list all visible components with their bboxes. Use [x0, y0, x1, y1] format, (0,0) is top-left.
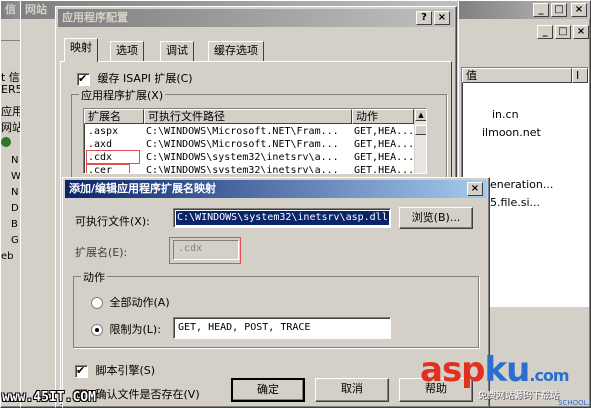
limit-to-radio[interactable] [91, 324, 103, 336]
limit-to-label: 限制为(L): [109, 323, 161, 336]
watermark-left: www.45IT.COM [2, 390, 96, 405]
tree-node-icon [1, 137, 11, 147]
cache-isapi-label: 缓存 ISAPI 扩展(C) [97, 72, 193, 85]
tree-item[interactable]: D [11, 203, 19, 214]
maximize-icon[interactable]: □ [551, 3, 567, 17]
extensions-group-label: 应用程序扩展(X) [79, 87, 166, 103]
list-item[interactable]: ilmoon.net [482, 126, 541, 139]
column-header-extension[interactable]: 扩展名 [84, 109, 144, 124]
edit-mapping-title: 添加/编辑应用程序扩展名映射 [69, 182, 217, 195]
restore-icon[interactable]: □ [555, 25, 571, 39]
tab-mapping[interactable]: 映射 [64, 38, 98, 62]
watermark-right: aspku.com 免费网站源码下载站 SCHOOL.COM [420, 352, 591, 408]
scroll-thumb[interactable] [415, 125, 426, 135]
close-icon[interactable]: × [434, 11, 450, 25]
row-verbs: GET,HEA... [354, 152, 414, 163]
tree-item[interactable]: eb [1, 251, 14, 262]
background-site-title: 网站 [25, 3, 47, 16]
script-engine-checkbox[interactable] [75, 364, 88, 378]
executable-input[interactable]: C:\WINDOWS\system32\inetsrv\asp.dll [173, 208, 391, 228]
extensions-listview[interactable]: 扩展名 可执行文件路径 动作 ▲ .aspx C:\WINDOWS\Micros… [83, 108, 427, 174]
table-row[interactable]: .cer C:\WINDOWS\system32\inetsrv\a... GE… [84, 164, 414, 174]
highlight-box-cer [86, 164, 130, 173]
all-verbs-option[interactable]: 全部动作(A) [91, 294, 170, 310]
minimize-icon[interactable]: _ [537, 25, 553, 39]
cache-isapi-checkbox[interactable] [77, 72, 90, 86]
list-item[interactable]: in.cn [492, 108, 519, 121]
limit-to-input-value: GET, HEAD, POST, TRACE [178, 322, 311, 333]
column-header-value[interactable]: 值 [462, 68, 572, 83]
close-icon[interactable]: × [571, 3, 587, 17]
app-config-title: 应用程序配置 [62, 11, 128, 24]
scroll-up-arrow-icon[interactable]: ▲ [415, 109, 426, 121]
row-path: C:\WINDOWS\Microsoft.NET\Fram... [146, 139, 339, 150]
listview-scrollbar[interactable]: ▲ [414, 109, 426, 173]
background-right-titlebar: _ □ × [459, 1, 590, 19]
watermark-sub: 免费网站源码下载站 [478, 391, 560, 401]
row-extension: .aspx [88, 126, 119, 137]
close-icon[interactable]: × [573, 25, 589, 39]
limit-to-input[interactable]: GET, HEAD, POST, TRACE [173, 317, 391, 339]
highlight-box-extension [169, 237, 241, 264]
close-icon[interactable]: × [467, 182, 483, 196]
app-config-titlebar: 应用程序配置 ? × [58, 9, 454, 27]
script-engine-row[interactable]: 脚本引擎(S) [75, 362, 155, 378]
tree-item[interactable]: G [11, 235, 19, 246]
watermark-sub2: SCHOOL.COM [558, 399, 591, 407]
tab-cache-options[interactable]: 缓存选项 [208, 41, 264, 61]
row-verbs: GET,HEA... [354, 165, 414, 174]
script-engine-label: 脚本引擎(S) [95, 364, 156, 377]
verbs-group-label: 动作 [81, 269, 107, 285]
extension-label: 扩展名(E): [75, 246, 128, 259]
row-path: C:\WINDOWS\system32\inetsrv\a... [146, 165, 339, 174]
executable-input-value: C:\WINDOWS\system32\inetsrv\asp.dll [176, 211, 389, 225]
highlight-box-cdx [86, 150, 140, 164]
ok-button[interactable]: 确定 [231, 378, 305, 402]
verify-file-label: 确认文件是否存在(V) [95, 388, 200, 401]
limit-to-option[interactable]: 限制为(L): [91, 321, 161, 337]
help-icon[interactable]: ? [416, 11, 432, 25]
background-left-title-char: 信 [5, 3, 16, 16]
column-header-verbs[interactable]: 动作 [352, 109, 414, 124]
executable-label: 可执行文件(X): [75, 215, 150, 228]
cancel-button[interactable]: 取消 [315, 378, 389, 402]
column-header-path[interactable]: 可执行文件路径 [144, 109, 352, 124]
column-header-extra[interactable]: I [572, 68, 588, 83]
table-row[interactable]: .aspx C:\WINDOWS\Microsoft.NET\Fram... G… [84, 125, 414, 138]
row-verbs: GET,HEA... [354, 126, 414, 137]
list-item[interactable]: 5.file.si... [490, 196, 540, 209]
tree-item[interactable]: B [11, 219, 18, 230]
list-item[interactable]: eneration... [490, 178, 553, 191]
edit-mapping-titlebar: 添加/编辑应用程序扩展名映射 × [65, 180, 487, 198]
row-path: C:\WINDOWS\Microsoft.NET\Fram... [146, 126, 339, 137]
cache-isapi-row[interactable]: 缓存 ISAPI 扩展(C) [77, 70, 193, 86]
browse-button[interactable]: 浏览(B)... [399, 207, 473, 229]
all-verbs-label: 全部动作(A) [109, 296, 170, 309]
tree-item[interactable]: N [11, 155, 18, 166]
minimize-icon[interactable]: _ [533, 3, 549, 17]
tab-options[interactable]: 选项 [110, 41, 144, 61]
tab-debug[interactable]: 调试 [160, 41, 194, 61]
tree-item[interactable]: N [11, 187, 18, 198]
row-path: C:\WINDOWS\system32\inetsrv\a... [146, 152, 339, 163]
all-verbs-radio[interactable] [91, 297, 103, 309]
background-right-toolbar: _ □ × [459, 21, 590, 43]
row-verbs: GET,HEA... [354, 139, 414, 150]
